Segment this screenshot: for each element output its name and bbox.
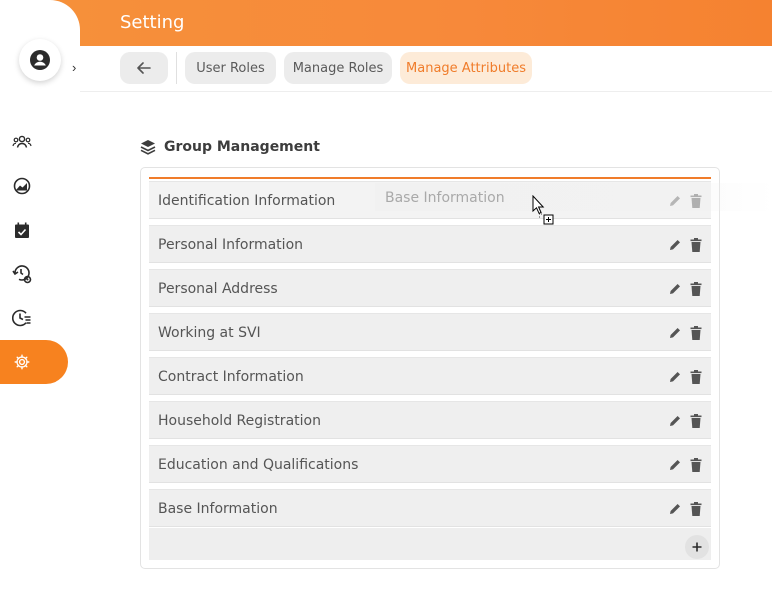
users-icon: [12, 135, 32, 148]
list-item[interactable]: Base Information: [149, 489, 711, 527]
pencil-icon[interactable]: [668, 458, 682, 472]
drag-ghost-label: Base Information: [385, 190, 505, 206]
section-title: Group Management: [164, 139, 320, 155]
back-button[interactable]: [120, 52, 168, 84]
user-icon: [30, 50, 50, 70]
list-item[interactable]: Personal Address: [149, 269, 711, 307]
trash-icon[interactable]: [690, 370, 702, 384]
list-item-label: Personal Address: [158, 281, 278, 297]
trash-icon[interactable]: [690, 326, 702, 340]
list-item[interactable]: Personal Information: [149, 225, 711, 263]
pencil-icon[interactable]: [668, 370, 682, 384]
list-item-label: Household Registration: [158, 413, 321, 429]
sidebar-item-users[interactable]: [11, 131, 33, 153]
pencil-icon[interactable]: [668, 326, 682, 340]
trash-icon[interactable]: [690, 414, 702, 428]
list-item[interactable]: Working at SVI: [149, 313, 711, 351]
clock-list-icon: [12, 309, 31, 327]
app-header: Setting: [0, 0, 772, 46]
chart-pie-icon: [13, 177, 31, 195]
drag-copy-cursor-icon: [532, 195, 554, 225]
tab-manage-roles[interactable]: Manage Roles: [284, 52, 392, 84]
avatar[interactable]: [19, 39, 61, 81]
trash-icon[interactable]: [690, 458, 702, 472]
list-item-label: Education and Qualifications: [158, 457, 359, 473]
list-item-label: Working at SVI: [158, 325, 261, 341]
section-header: Group Management: [140, 139, 320, 155]
sidebar-item-dashboard[interactable]: [11, 175, 33, 197]
gear-icon: [14, 354, 30, 370]
sidebar-item-settings[interactable]: [0, 340, 68, 384]
sidebar-expand-icon[interactable]: ›: [72, 60, 76, 75]
history-gear-icon: [12, 265, 32, 284]
layers-icon: [140, 140, 156, 155]
arrow-left-icon: [137, 62, 151, 74]
trash-icon[interactable]: [690, 502, 702, 516]
add-group-button[interactable]: [685, 535, 709, 559]
list-footer: [149, 528, 711, 560]
tab-divider: [176, 52, 177, 84]
drop-indicator: [149, 177, 711, 179]
pencil-icon[interactable]: [668, 502, 682, 516]
list-item-label: Identification Information: [158, 193, 336, 209]
drag-ghost: Base Information: [375, 183, 772, 211]
sidebar-item-history-settings[interactable]: [11, 263, 33, 285]
pencil-icon[interactable]: [668, 414, 682, 428]
pencil-icon[interactable]: [668, 238, 682, 252]
calendar-check-icon: [15, 222, 29, 238]
list-item[interactable]: Contract Information: [149, 357, 711, 395]
list-item-label: Personal Information: [158, 237, 304, 253]
list-item[interactable]: Household Registration: [149, 401, 711, 439]
trash-icon[interactable]: [690, 238, 702, 252]
sidebar-item-timesheet[interactable]: [11, 307, 33, 329]
page-title: Setting: [120, 12, 185, 33]
trash-icon[interactable]: [690, 282, 702, 296]
tab-user-roles[interactable]: User Roles: [185, 52, 276, 84]
list-item-label: Contract Information: [158, 369, 304, 385]
sidebar: ›: [0, 0, 80, 602]
sidebar-item-calendar[interactable]: [11, 219, 33, 241]
pencil-icon[interactable]: [668, 282, 682, 296]
list-item[interactable]: Education and Qualifications: [149, 445, 711, 483]
plus-icon: [692, 542, 702, 552]
tab-manage-attributes[interactable]: Manage Attributes: [400, 52, 532, 84]
list-item-label: Base Information: [158, 501, 278, 517]
